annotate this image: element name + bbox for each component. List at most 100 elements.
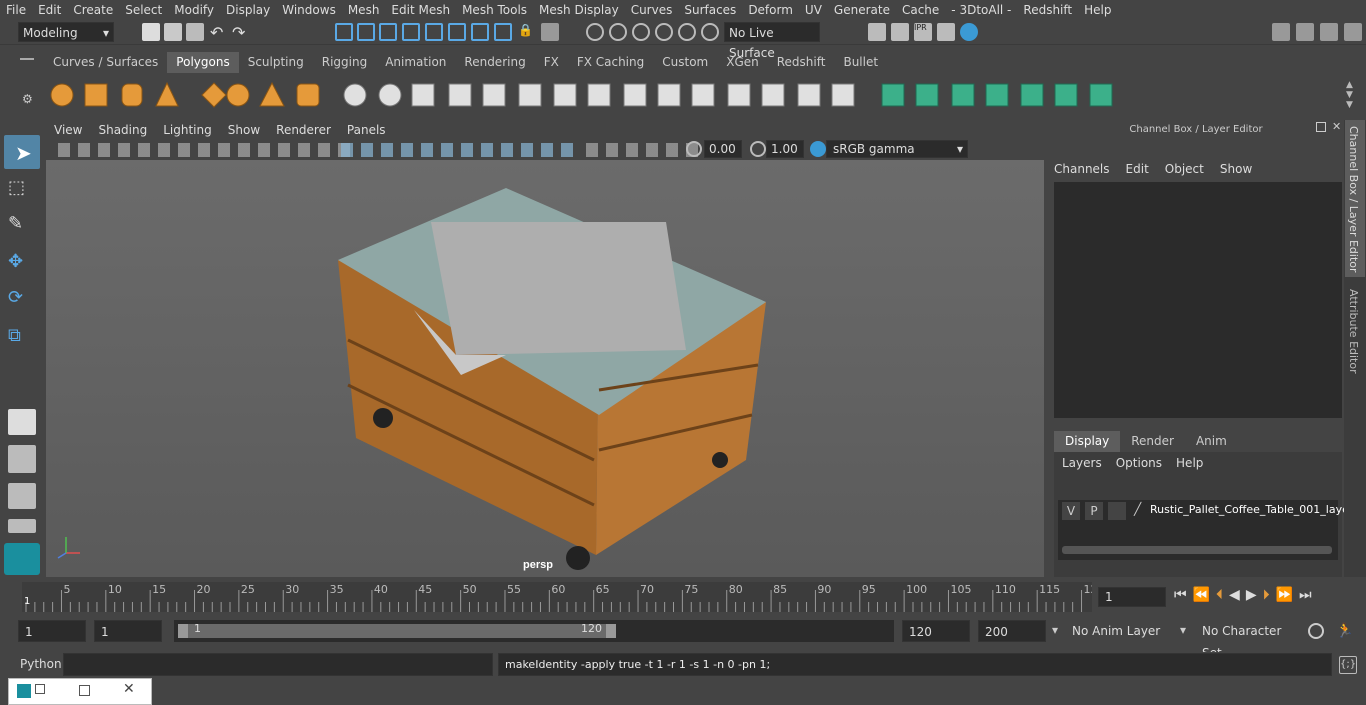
viewport-menu-view[interactable]: View <box>46 120 90 140</box>
channel-menu-edit[interactable]: Edit <box>1126 162 1149 176</box>
script-editor-icon[interactable]: {;} <box>1339 656 1357 674</box>
step-forward-icon[interactable]: ⏩ <box>1276 587 1293 603</box>
auto-key-icon[interactable] <box>1308 623 1324 639</box>
four-pane-layout-icon[interactable] <box>8 445 36 473</box>
magnet-icon[interactable] <box>586 23 604 41</box>
viewport-menu-shading[interactable]: Shading <box>90 120 155 140</box>
side-tab-attribute-editor[interactable]: Attribute Editor <box>1345 283 1365 374</box>
toggle-channel-icon[interactable] <box>1344 23 1362 41</box>
shelf-tab-curves-surfaces[interactable]: Curves / Surfaces <box>44 52 167 73</box>
viewport-menu-show[interactable]: Show <box>220 120 268 140</box>
shelf-icons[interactable] <box>44 73 1344 117</box>
color-management-icon[interactable] <box>810 141 826 157</box>
side-by-side-layout-icon[interactable] <box>8 483 36 509</box>
maya-logo-icon[interactable] <box>4 543 40 575</box>
lasso-tool-icon[interactable]: ⬚ <box>8 177 36 205</box>
shelf-tab-animation[interactable]: Animation <box>376 52 455 73</box>
step-back-key-icon[interactable]: ⏴ <box>1216 587 1223 603</box>
range-end-grip[interactable] <box>606 624 616 638</box>
float-panel-icon[interactable] <box>1316 122 1326 132</box>
menu-generate[interactable]: Generate <box>828 0 896 20</box>
ipr-render-icon[interactable]: IPR <box>914 23 932 41</box>
range-start-grip[interactable] <box>178 624 188 638</box>
toggle-attribute-icon[interactable] <box>1320 23 1338 41</box>
command-input[interactable] <box>63 653 493 676</box>
go-to-start-icon[interactable]: ⏮ <box>1174 587 1187 603</box>
lock-icon[interactable]: 🔒 <box>518 23 536 41</box>
current-frame-field[interactable]: 1 <box>1098 587 1166 607</box>
range-end-field[interactable]: 120 <box>902 620 970 642</box>
range-start-field[interactable]: 1 <box>18 620 86 642</box>
shelf-tab-redshift[interactable]: Redshift <box>768 52 835 73</box>
play-forward-icon[interactable]: ▶ <box>1246 587 1257 603</box>
menu-help[interactable]: Help <box>1078 0 1117 20</box>
menu-edit[interactable]: Edit <box>32 0 67 20</box>
select-by-hierarchy-icon[interactable] <box>335 23 353 41</box>
select-by-component-icon[interactable] <box>379 23 397 41</box>
channel-menu-object[interactable]: Object <box>1165 162 1204 176</box>
snap-curve-magnet-icon[interactable] <box>609 23 627 41</box>
time-slider[interactable]: 5 10 15 20 25 30 35 40 45 50 55 60 65 70 75 80 85 90 95 100… <box>0 580 1366 612</box>
workspace-icon[interactable] <box>1272 23 1290 41</box>
exposure-field[interactable]: 0.00 <box>704 140 742 158</box>
menu-surfaces[interactable]: Surfaces <box>678 0 742 20</box>
channel-list[interactable] <box>1054 182 1342 418</box>
layer-menu-layers[interactable]: Layers <box>1062 456 1102 470</box>
mode-dropdown[interactable]: Modeling ▾ <box>18 22 114 42</box>
perspective-viewport[interactable]: persp <box>46 160 1044 577</box>
render-settings-icon[interactable] <box>937 23 955 41</box>
toggle-panel-icon[interactable] <box>1296 23 1314 41</box>
layer-scrollbar[interactable] <box>1062 546 1332 554</box>
menu-select[interactable]: Select <box>119 0 168 20</box>
move-tool-icon[interactable]: ✥ <box>8 251 36 279</box>
character-set-dropdown[interactable]: No Character Set <box>1196 620 1296 660</box>
single-pane-layout-icon[interactable] <box>8 409 36 435</box>
minimized-window[interactable]: ✕ <box>8 678 152 705</box>
coffee-table-model[interactable] <box>338 188 766 570</box>
anim-layer-dropdown[interactable]: No Anim Layer <box>1066 620 1176 642</box>
chevron-down-icon[interactable]: ▾ <box>1052 623 1058 637</box>
shelf-scroll-icon[interactable]: ▲ ▼ ▼ <box>1346 80 1353 110</box>
select-by-object-icon[interactable] <box>357 23 375 41</box>
menu-display[interactable]: Display <box>220 0 276 20</box>
hypershade-icon[interactable] <box>960 23 978 41</box>
restore-icon[interactable] <box>35 684 45 694</box>
snap-point-icon[interactable] <box>471 23 489 41</box>
paint-select-icon[interactable]: ✎ <box>8 213 36 241</box>
menu-edit-mesh[interactable]: Edit Mesh <box>385 0 456 20</box>
menu-3dtoall[interactable]: - 3DtoAll - <box>945 0 1017 20</box>
rotate-tool-icon[interactable]: ⟳ <box>8 287 36 315</box>
shelf-tab-xgen[interactable]: XGen <box>717 52 768 73</box>
shelf-tab-polygons[interactable]: Polygons <box>167 52 239 73</box>
script-language-label[interactable]: Python <box>20 657 62 671</box>
menu-mesh[interactable]: Mesh <box>342 0 386 20</box>
menu-mesh-display[interactable]: Mesh Display <box>533 0 625 20</box>
shelf-tab-bullet[interactable]: Bullet <box>834 52 887 73</box>
shelf-tab-fx[interactable]: FX <box>535 52 568 73</box>
shelf-tab-rendering[interactable]: Rendering <box>455 52 534 73</box>
step-forward-key-icon[interactable]: ⏵ <box>1263 587 1270 603</box>
layer-playback-toggle[interactable]: P <box>1085 502 1103 520</box>
snap-icon[interactable] <box>402 23 420 41</box>
snap-surface-magnet-icon[interactable] <box>655 23 673 41</box>
range-slider-handle[interactable]: 1 120 <box>178 622 616 638</box>
snap-grid-icon[interactable] <box>425 23 443 41</box>
layer-color-swatch[interactable] <box>1108 502 1126 520</box>
range-start2-field[interactable]: 1 <box>94 620 162 642</box>
open-scene-icon[interactable] <box>164 23 182 41</box>
live-surface-field[interactable]: No Live Surface <box>724 22 820 60</box>
snap-point-magnet-icon[interactable] <box>632 23 650 41</box>
menu-curves[interactable]: Curves <box>625 0 679 20</box>
viewport-menu-lighting[interactable]: Lighting <box>155 120 220 140</box>
undo-icon[interactable]: ↶ <box>210 23 228 42</box>
layer-name[interactable]: Rustic_Pallet_Coffee_Table_001_layer <box>1150 503 1353 516</box>
menu-cache[interactable]: Cache <box>896 0 945 20</box>
close-icon[interactable]: ✕ <box>1332 120 1341 133</box>
play-backward-icon[interactable]: ◀ <box>1229 587 1240 603</box>
gear-icon[interactable]: ⚙ <box>22 92 34 106</box>
viewport-menu-panels[interactable]: Panels <box>339 120 394 140</box>
menu-modify[interactable]: Modify <box>168 0 220 20</box>
animation-prefs-icon[interactable]: 🏃 <box>1336 623 1354 639</box>
layer-visibility-toggle[interactable]: V <box>1062 502 1080 520</box>
shelf-tab-sculpting[interactable]: Sculpting <box>239 52 313 73</box>
